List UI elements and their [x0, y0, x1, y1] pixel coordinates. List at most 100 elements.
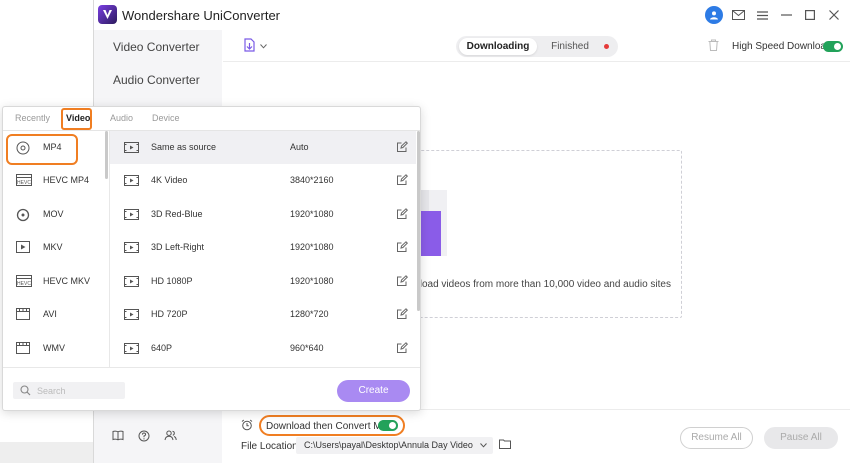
format-item-avi[interactable]: AVI — [3, 298, 109, 331]
format-popup: Recently Video Audio Device MP4 HEVC HEV… — [2, 106, 421, 411]
highlight-ring-video-tab — [61, 108, 92, 130]
tab-device[interactable]: Device — [152, 113, 180, 123]
resolution-value: 1920*1080 — [290, 209, 334, 219]
chevron-down-icon[interactable] — [260, 38, 267, 52]
file-location-select[interactable]: C:\Users\payal\Desktop\Annula Day Video — [296, 437, 493, 454]
help-icon[interactable] — [138, 430, 150, 445]
sidebar-item-video-converter[interactable]: Video Converter — [94, 31, 222, 64]
tab-downloading[interactable]: Downloading — [459, 38, 537, 55]
resolution-value: 1920*1080 — [290, 276, 334, 286]
resolution-name: HD 720P — [151, 309, 188, 319]
resolution-item-3d-red-blue[interactable]: 3D Red-Blue 1920*1080 — [110, 198, 416, 231]
svg-text:HEVC: HEVC — [17, 281, 31, 287]
book-icon[interactable] — [112, 430, 124, 445]
bottom-bar: Download then Convert Mode File Location… — [223, 409, 850, 463]
high-speed-download-toggle[interactable] — [823, 41, 843, 52]
format-item-mov[interactable]: MOV — [3, 198, 109, 231]
resolution-value: 3840*2160 — [290, 175, 334, 185]
edit-icon[interactable] — [397, 275, 409, 289]
title-bar: Wondershare UniConverter — [94, 0, 850, 30]
download-convert-mode-toggle[interactable] — [378, 420, 398, 431]
trash-icon[interactable] — [708, 39, 719, 54]
edit-icon[interactable] — [397, 141, 409, 155]
video-icon — [124, 276, 139, 290]
hevc-film-icon: HEVC — [16, 275, 32, 290]
add-url-button[interactable] — [243, 38, 267, 52]
video-icon — [124, 209, 139, 223]
format-list-scrollbar[interactable] — [105, 131, 108, 179]
tab-audio[interactable]: Audio — [110, 113, 133, 123]
download-status-switch: Downloading Finished — [456, 36, 618, 57]
video-icon — [124, 175, 139, 189]
resolution-value: 1280*720 — [290, 309, 329, 319]
quicktime-icon — [16, 208, 30, 225]
create-button[interactable]: Create — [337, 380, 410, 402]
pause-all-button[interactable]: Pause All — [764, 427, 838, 449]
resolution-list-scrollbar[interactable] — [417, 131, 420, 311]
resolution-item-640p[interactable]: 640P 960*640 — [110, 332, 416, 365]
tab-recently[interactable]: Recently — [15, 113, 50, 123]
notification-dot — [604, 44, 609, 49]
format-label: HEVC MKV — [43, 276, 91, 286]
open-folder-icon[interactable] — [499, 438, 511, 452]
sidebar-item-audio-converter[interactable]: Audio Converter — [94, 64, 222, 97]
video-icon — [124, 309, 139, 323]
edit-icon[interactable] — [397, 208, 409, 222]
resume-all-button[interactable]: Resume All — [680, 427, 753, 449]
close-icon[interactable] — [825, 6, 843, 24]
resolution-item-hd-1080p[interactable]: HD 1080P 1920*1080 — [110, 265, 416, 298]
app-title: Wondershare UniConverter — [122, 8, 280, 23]
format-list: MP4 HEVC HEVC MP4 MOV MKV HEVC HEVC MKV … — [3, 131, 109, 367]
video-icon — [124, 343, 139, 357]
popup-footer: Create — [3, 367, 420, 410]
maximize-icon[interactable] — [801, 6, 819, 24]
background-window-footer — [0, 442, 93, 463]
high-speed-download-label: High Speed Download — [732, 41, 832, 52]
resolution-value: 960*640 — [290, 343, 324, 353]
format-search — [13, 382, 125, 399]
minimize-icon[interactable] — [777, 6, 795, 24]
format-item-wmv[interactable]: WMV — [3, 332, 109, 365]
format-item-hevc-mp4[interactable]: HEVC HEVC MP4 — [3, 164, 109, 197]
file-location-label: File Location: — [241, 441, 301, 452]
resolution-name: 4K Video — [151, 175, 188, 185]
edit-icon[interactable] — [397, 342, 409, 356]
resolution-item-3d-left-right[interactable]: 3D Left-Right 1920*1080 — [110, 231, 416, 264]
users-icon[interactable] — [164, 430, 177, 445]
file-location-value: C:\Users\payal\Desktop\Annula Day Video — [304, 440, 473, 450]
alarm-clock-icon[interactable] — [241, 419, 253, 434]
resolution-list: Same as source Auto 4K Video 3840*2160 3… — [110, 131, 416, 367]
film-icon — [16, 342, 30, 357]
format-label: AVI — [43, 309, 57, 319]
highlight-ring-mp4 — [6, 134, 78, 165]
resolution-name: 3D Red-Blue — [151, 209, 203, 219]
edit-icon[interactable] — [397, 241, 409, 255]
resolution-item-same-as-source[interactable]: Same as source Auto — [110, 131, 416, 164]
video-icon — [124, 142, 139, 156]
format-label: MOV — [43, 209, 64, 219]
video-icon — [124, 242, 139, 256]
tab-finished[interactable]: Finished — [540, 38, 600, 55]
edit-icon[interactable] — [397, 308, 409, 322]
film-icon — [16, 308, 30, 323]
resolution-item-4k[interactable]: 4K Video 3840*2160 — [110, 164, 416, 197]
format-label: WMV — [43, 343, 65, 353]
resolution-name: HD 1080P — [151, 276, 193, 286]
search-input[interactable] — [37, 382, 123, 399]
format-item-hevc-mkv[interactable]: HEVC HEVC MKV — [3, 265, 109, 298]
format-label: MKV — [43, 242, 63, 252]
format-item-mkv[interactable]: MKV — [3, 231, 109, 264]
resolution-name: 3D Left-Right — [151, 242, 205, 252]
mail-icon[interactable] — [729, 6, 747, 24]
sidebar-item-label: Audio Converter — [113, 73, 200, 87]
toolbar: Downloading Finished High Speed Download — [223, 30, 850, 62]
resolution-name: Same as source — [151, 142, 217, 152]
menu-icon[interactable] — [753, 6, 771, 24]
user-account-icon[interactable] — [705, 6, 723, 24]
sidebar-item-label: Video Converter — [113, 40, 200, 54]
hevc-film-icon: HEVC — [16, 174, 32, 189]
resolution-item-hd-720p[interactable]: HD 720P 1280*720 — [110, 298, 416, 331]
svg-text:HEVC: HEVC — [17, 180, 31, 186]
resolution-value: Auto — [290, 142, 309, 152]
edit-icon[interactable] — [397, 174, 409, 188]
